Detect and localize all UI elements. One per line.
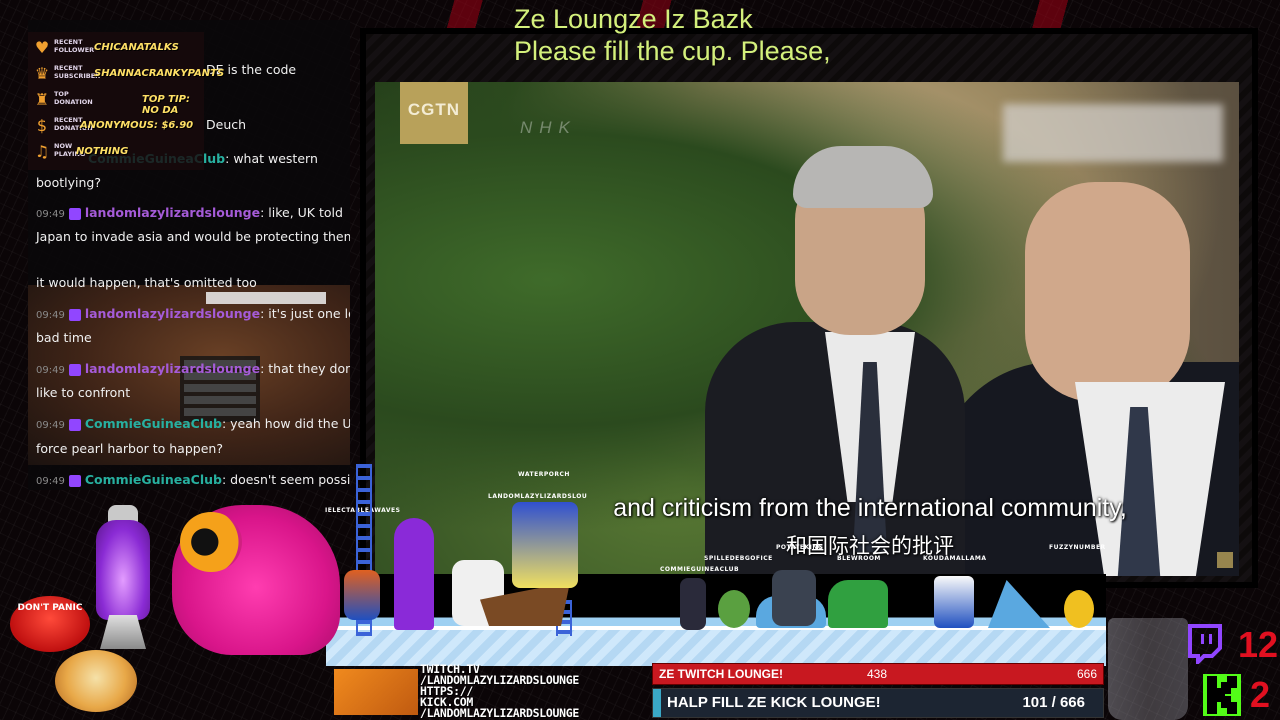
robot-sprite xyxy=(512,502,578,588)
twitch-goal-current: 438 xyxy=(867,667,888,681)
twitch-badge-icon xyxy=(68,418,81,431)
lava-lamp-base xyxy=(100,615,146,649)
chat-message: 09:49 CommieGuineaClub: doesn't seem poss… xyxy=(36,472,350,487)
kick-goal-bar: HALP FILL ZE KICK LOUNGE! 101 / 666 xyxy=(652,688,1104,718)
stage-name-tag: KOUDAMALLAMA xyxy=(923,555,987,562)
event-recent-donation: $ RECENT DONATION ANONYMOUS: $6.90 xyxy=(32,114,204,140)
title-line-1: Ze Loungze Iz Bazk xyxy=(514,4,753,34)
kick-goal-label: HALP FILL ZE KICK LOUNGE! xyxy=(667,694,881,711)
nhk-watermark: NHK xyxy=(520,118,577,137)
stage-name-tag: WATERPORCH xyxy=(518,471,570,478)
kick-viewer-count: 2 xyxy=(1250,674,1271,715)
stage-name-tag: COMMIEGUINEACLUB xyxy=(660,566,740,573)
stage-name-tag: LANDOMLAZYLIZARDSLOU xyxy=(488,493,588,500)
trophy-icon: ♜ xyxy=(34,90,50,109)
twitch-badge-icon xyxy=(68,207,81,220)
chat-message-cont: force pearl harbor to happen? xyxy=(36,441,223,456)
event-tag: RECENT FOLLOWER xyxy=(54,38,95,54)
twitch-badge-icon xyxy=(68,474,81,487)
person-right-head xyxy=(1025,182,1190,402)
chat-message: 09:49 landomlazylizardslounge: it's just … xyxy=(36,306,350,321)
twitch-badge-icon xyxy=(68,308,81,321)
links-artwork xyxy=(334,669,418,715)
twitch-badge-icon xyxy=(68,363,81,376)
stage-name-tag: POTATEKING xyxy=(776,544,824,551)
game-toolbar xyxy=(206,292,326,304)
frog-sprite xyxy=(718,590,750,628)
chat-message-cont: bad time xyxy=(36,330,92,345)
event-tag: TOP DONATION xyxy=(54,90,93,106)
event-value: CHICANATALKS xyxy=(94,42,179,53)
kick-goal-progress: 101 / 666 xyxy=(1022,694,1085,711)
recent-events-widget: ♥ RECENT FOLLOWER CHICANATALKS ♛ RECENT … xyxy=(28,32,224,170)
event-recent-subscriber: ♛ RECENT SUBSCRIBER SHANNACRANKYPANTS xyxy=(32,62,224,88)
channel-links: TWITCH.TV /LANDOMLAZYLIZARDSLOUNGE HTTPS… xyxy=(334,663,646,719)
stage-name-tag: BLEWROOM xyxy=(837,555,881,562)
twitch-goal-target: 666 xyxy=(1076,667,1097,681)
robot-sprite xyxy=(934,576,974,628)
event-now-playing: ♫ NOW PLAYING NOTHING xyxy=(32,140,204,166)
stage-name-tag: SPILLEDEBGOFICE xyxy=(704,555,773,562)
blurred-region xyxy=(1003,104,1223,162)
avatar-sprite xyxy=(344,570,380,620)
lava-lamp xyxy=(96,520,150,620)
twitch-viewer-count: 12 xyxy=(1238,624,1279,665)
stream-title: Ze Loungze Iz Bazk Please fill the cup. … xyxy=(514,3,831,67)
twitch-goal-label: ZE TWITCH LOUNGE! xyxy=(659,667,783,681)
event-value: TOP TIP: NO DA xyxy=(142,94,191,116)
moneybag-icon: $ xyxy=(36,116,48,135)
crown-icon: ♛ xyxy=(34,64,50,83)
twitch-goal-bar: ZE TWITCH LOUNGE! 438 666 xyxy=(652,663,1104,685)
chat-message: 09:49 landomlazylizardslounge: like, UK t… xyxy=(36,205,343,220)
cgtn-logo: CGTN xyxy=(400,82,468,144)
frog-eye-icon xyxy=(180,512,242,572)
chat-message: 09:49 CommieGuineaClub: yeah how did the … xyxy=(36,416,350,431)
ramen-bowl-icon xyxy=(55,650,137,712)
corner-logo-icon xyxy=(1217,552,1233,568)
dont-panic-button: DON'T PANIC xyxy=(10,596,90,652)
heart-icon: ♥ xyxy=(34,38,50,57)
event-value: NOTHING xyxy=(76,146,129,157)
event-value: ANONYMOUS: $6.90 xyxy=(80,120,194,131)
chat-message: 09:49 landomlazylizardslounge: that they … xyxy=(36,361,350,376)
video-player[interactable]: CGTN NHK and criticism from the internat… xyxy=(375,82,1239,576)
stage-name-tag: FUZZYNUMBER xyxy=(1049,544,1106,551)
chat-message-cont: like to confront xyxy=(36,385,131,400)
chat-message-cont: it would happen, that's omitted too xyxy=(36,275,257,290)
event-recent-follower: ♥ RECENT FOLLOWER CHICANATALKS xyxy=(32,36,204,62)
event-top-donation: ♜ TOP DONATION TOP TIP: NO DA xyxy=(32,88,204,116)
music-note-icon: ♫ xyxy=(34,142,50,161)
person-left-hair xyxy=(793,146,933,208)
dinosaur-sprite xyxy=(828,580,888,628)
chat-fragment: bootlying? xyxy=(36,175,101,190)
tentacle-sprite xyxy=(394,518,434,630)
chick-sprite xyxy=(1064,590,1094,628)
subtitle-english: and criticism from the international com… xyxy=(613,494,1127,522)
alien-sprite xyxy=(772,570,816,626)
title-line-2: Please fill the cup. Please, xyxy=(514,36,831,66)
chat-fragment: DE is the code xyxy=(206,62,297,77)
chat-message-cont: Japan to invade asia and would be protec… xyxy=(36,229,350,244)
twitch-logo-icon xyxy=(1188,624,1222,664)
avatar-sprite xyxy=(680,578,706,630)
event-value: SHANNACRANKYPANTS xyxy=(94,68,225,79)
ice-floor xyxy=(326,626,1106,666)
empty-cup-icon xyxy=(1108,618,1188,720)
chat-fragment: Deuch xyxy=(206,117,247,132)
kick-logo-icon xyxy=(1203,674,1241,716)
link-text: /LANDOMLAZYLIZARDSLOUNGE xyxy=(420,706,579,720)
